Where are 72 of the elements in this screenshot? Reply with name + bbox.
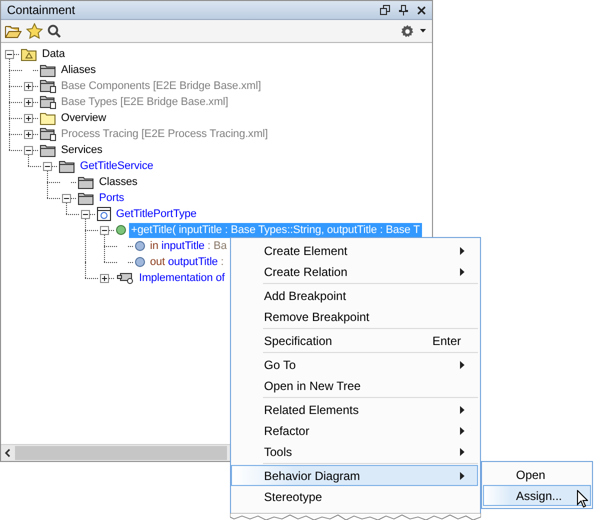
menu-item[interactable]: Create Relation: [231, 261, 478, 282]
menu-item[interactable]: Related Elements: [231, 399, 478, 420]
submenu-arrow-icon: [460, 426, 465, 434]
expand-icon[interactable]: [100, 274, 109, 282]
tree-item[interactable]: Overview: [59, 110, 108, 126]
expand-icon[interactable]: [24, 114, 33, 122]
tree-item[interactable]: Classes: [97, 174, 140, 190]
pin-icon[interactable]: [399, 4, 408, 16]
star-icon[interactable]: [26, 23, 43, 39]
tree-item[interactable]: Base Types [E2E Bridge Base.xml]: [59, 94, 230, 110]
tree-item[interactable]: Ports: [97, 190, 126, 206]
menu-item[interactable]: Go To: [231, 354, 478, 375]
collapse-icon[interactable]: [5, 50, 14, 58]
folder-document-icon: [40, 79, 56, 93]
submenu-arrow-icon: [460, 360, 465, 368]
search-icon[interactable]: [47, 24, 61, 38]
menu-item[interactable]: Open: [483, 464, 591, 485]
panel-title: Containment: [7, 3, 76, 17]
collapse-icon[interactable]: [24, 146, 33, 154]
folder-document-icon: [40, 127, 56, 141]
tree-item[interactable]: Implementation of: [137, 270, 227, 286]
tree-item[interactable]: GetTitlePortType: [114, 206, 199, 222]
folder-document-icon: [40, 95, 56, 109]
folder-icon: [40, 64, 56, 76]
folder-icon: [78, 192, 94, 204]
parameter-dot-icon: [135, 241, 145, 251]
open-folder-icon[interactable]: [5, 24, 22, 38]
submenu-arrow-icon: [460, 246, 465, 254]
menu-item[interactable]: Stereotype: [231, 486, 478, 507]
caret-icon: [420, 29, 426, 33]
collapse-icon[interactable]: [100, 226, 109, 234]
tree-item[interactable]: Process Tracing [E2E Process Tracing.xml]: [59, 126, 270, 142]
menu-item[interactable]: Remove Breakpoint: [231, 306, 478, 327]
folder-icon: [59, 160, 75, 172]
tree-item[interactable]: GetTitleService: [78, 158, 156, 174]
tree-item[interactable]: out outputTitle :: [148, 254, 226, 270]
collapse-icon[interactable]: [62, 194, 71, 202]
collapse-icon[interactable]: [43, 162, 52, 170]
menu-item[interactable]: Refactor: [231, 420, 478, 441]
tree-item[interactable]: Aliases: [59, 62, 98, 78]
expand-icon[interactable]: [24, 82, 33, 90]
submenu-arrow-icon: [460, 406, 465, 414]
parameter-dot-icon: [135, 257, 145, 267]
model-folder-icon: [21, 48, 37, 60]
menu-item[interactable]: Specification Enter: [231, 330, 478, 351]
submenu-arrow-icon: [460, 448, 465, 456]
expand-icon[interactable]: [24, 130, 33, 138]
menu-item[interactable]: Behavior Diagram: [231, 465, 478, 486]
interface-box-icon: [97, 207, 111, 221]
component-icon: [116, 272, 134, 284]
submenu-arrow-icon: [460, 472, 465, 480]
expand-icon[interactable]: [24, 98, 33, 106]
tree-item[interactable]: in inputTitle : Ba: [148, 238, 229, 254]
menu-item[interactable]: Tools: [231, 441, 478, 462]
folder-icon: [78, 176, 94, 188]
folder-icon: [40, 112, 56, 124]
operation-dot-icon: [116, 225, 126, 235]
tree-item[interactable]: Base Components [E2E Bridge Base.xml]: [59, 78, 263, 94]
scrollbar-thumb[interactable]: [15, 446, 227, 460]
menu-item[interactable]: Open in New Tree: [231, 375, 478, 396]
menu-item[interactable]: Assign...: [483, 485, 591, 506]
menu-item[interactable]: Add Breakpoint: [231, 285, 478, 306]
shortcut-label: Enter: [432, 334, 461, 348]
tree-item[interactable]: Services: [59, 142, 104, 158]
collapse-icon[interactable]: [81, 210, 90, 218]
tree-item[interactable]: Data: [40, 46, 67, 62]
submenu-arrow-icon: [460, 268, 465, 276]
restore-icon[interactable]: [380, 5, 390, 15]
gear-icon: [400, 24, 415, 38]
menu-item[interactable]: Create Element: [231, 240, 478, 261]
close-icon[interactable]: [417, 6, 426, 14]
folder-icon: [40, 144, 56, 156]
